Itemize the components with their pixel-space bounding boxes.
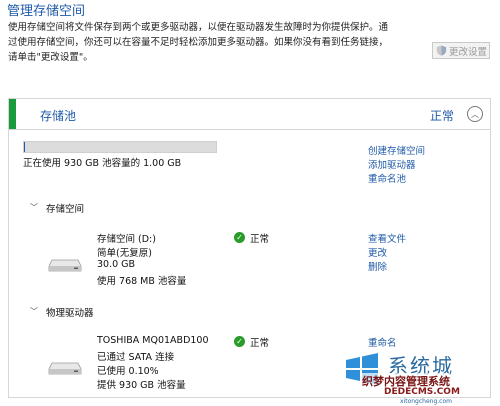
pool-capacity-bar bbox=[23, 141, 217, 153]
drive-connection: 已通过 SATA 连接 bbox=[97, 352, 175, 363]
spaces-section-title: 存储空间 bbox=[46, 204, 85, 215]
drive-name: TOSHIBA MQ01ABD100 bbox=[97, 335, 209, 346]
change-settings-label: 更改设置 bbox=[449, 46, 488, 58]
watermark: 系统城 织梦内容管理系统 DEDECMS.COM xitongcheng.com bbox=[340, 350, 498, 405]
watermark-line2: DEDECMS.COM bbox=[384, 387, 460, 397]
change-settings-button[interactable]: 更改设置 bbox=[432, 42, 490, 59]
drive-icon bbox=[48, 362, 82, 375]
desc-line-1: 使用存储空间将文件保存到两个或更多驱动器，以便在驱动器发生故障时为你提供保护。通 bbox=[8, 22, 389, 33]
chevron-up-icon: ︿ bbox=[471, 109, 479, 119]
storage-pool-header[interactable] bbox=[9, 99, 490, 130]
pool-status: 正常 bbox=[430, 109, 455, 123]
add-drives-link[interactable]: 添加驱动器 bbox=[368, 157, 416, 171]
create-space-link[interactable]: 创建存储空间 bbox=[368, 143, 425, 157]
space-status: 正常 bbox=[250, 234, 270, 245]
shield-icon bbox=[436, 45, 447, 56]
chevron-down-icon[interactable]: ﹀ bbox=[30, 306, 38, 317]
chevron-down-icon[interactable]: ﹀ bbox=[30, 202, 38, 213]
space-size: 30.0 GB bbox=[97, 259, 136, 270]
space-name: 存储空间 (D:) bbox=[97, 234, 156, 245]
check-icon: ✓ bbox=[234, 336, 245, 347]
drive-status: 正常 bbox=[250, 338, 270, 349]
space-usage: 使用 768 MB 池容量 bbox=[97, 276, 187, 287]
pool-usage-text: 正在使用 930 GB 池容量的 1.00 GB bbox=[23, 158, 182, 169]
watermark-line3: xitongcheng.com bbox=[400, 398, 452, 405]
check-icon: ✓ bbox=[234, 232, 245, 243]
space-resiliency: 简单(无复原) bbox=[97, 248, 152, 259]
rename-drive-link[interactable]: 重命名 bbox=[368, 335, 397, 349]
drive-provides: 提供 930 GB 池容量 bbox=[97, 380, 186, 391]
page-description: 使用存储空间将文件保存到两个或更多驱动器，以便在驱动器发生故障时为你提供保护。通… bbox=[8, 20, 428, 65]
drives-section-title: 物理驱动器 bbox=[46, 308, 94, 319]
page-title: 管理存储空间 bbox=[7, 4, 86, 19]
pool-status-bar bbox=[9, 99, 16, 129]
desc-line-2: 过使用存储空间，你还可以在容量不足时轻松添加更多驱动器。如果你没有看到任务链接， bbox=[8, 37, 389, 48]
desc-line-3: 请单击"更改设置"。 bbox=[8, 52, 93, 63]
delete-space-link[interactable]: 删除 bbox=[368, 259, 387, 273]
collapse-button[interactable]: ︿ bbox=[467, 106, 483, 122]
pool-title: 存储池 bbox=[40, 109, 77, 123]
drive-icon bbox=[48, 259, 82, 272]
change-space-link[interactable]: 更改 bbox=[368, 245, 387, 259]
view-files-link[interactable]: 查看文件 bbox=[368, 231, 406, 245]
drive-used: 已使用 0.10% bbox=[97, 366, 159, 377]
rename-pool-link[interactable]: 重命名池 bbox=[368, 171, 406, 185]
